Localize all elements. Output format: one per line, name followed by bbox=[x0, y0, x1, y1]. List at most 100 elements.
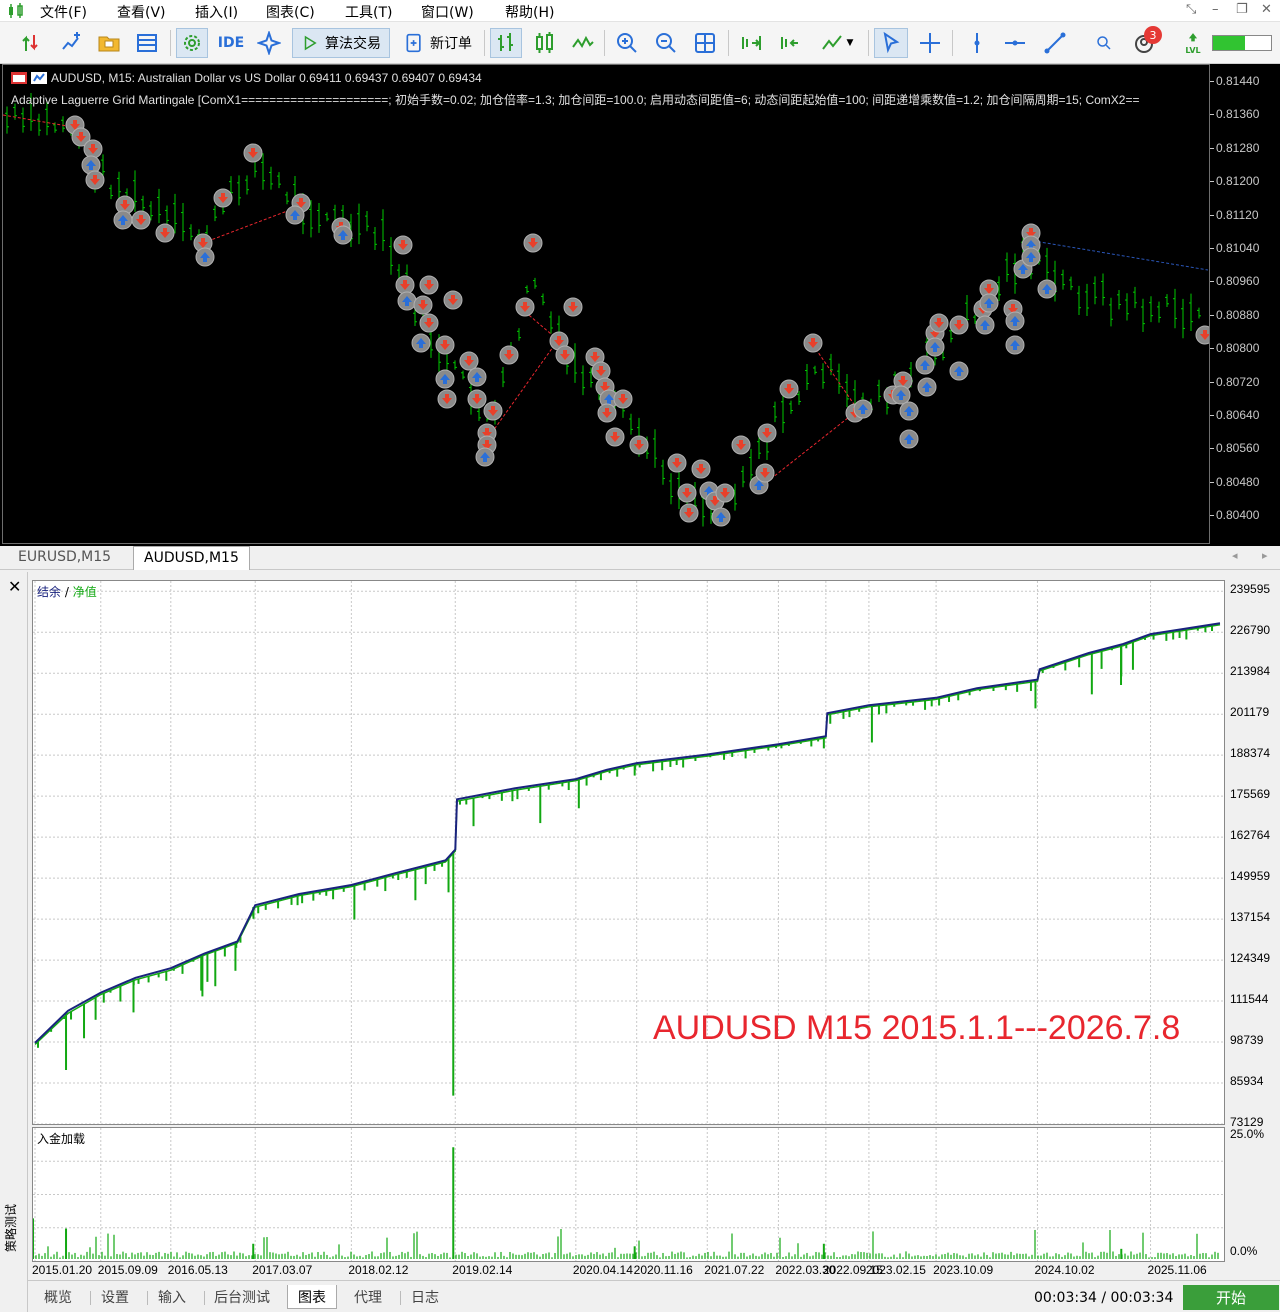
deposit-load-svg bbox=[32, 1128, 1224, 1261]
balance-equity-graph[interactable]: 结余 / 净值 AUDUSD M15 2015.1.1---2026.7.8 bbox=[32, 580, 1225, 1125]
price-bar bbox=[845, 374, 849, 408]
tab-scroll-right-icon[interactable]: ▸ bbox=[1262, 549, 1268, 562]
price-chart[interactable]: AUDUSD, M15: Australian Dollar vs US Dol… bbox=[0, 64, 1280, 546]
date-tick: 2019.02.14 bbox=[452, 1263, 513, 1277]
menu-tools[interactable]: 工具(T) bbox=[345, 2, 392, 22]
price-bar bbox=[1197, 307, 1201, 319]
buy-order-marker bbox=[397, 291, 417, 311]
ide-button[interactable]: IDE bbox=[214, 28, 248, 58]
menu-file[interactable]: 文件(F) bbox=[40, 2, 87, 22]
price-bar bbox=[1165, 294, 1169, 307]
toolbar: IDE 算法交易 新订单 ▼ 3 LVL bbox=[0, 22, 1280, 64]
menu-help[interactable]: 帮助(H) bbox=[505, 2, 554, 22]
sell-order-marker bbox=[779, 379, 799, 399]
horizontal-line-button[interactable] bbox=[1000, 28, 1030, 58]
balance-tick: 124349 bbox=[1230, 951, 1271, 966]
sell-order-marker bbox=[555, 345, 575, 365]
price-bar bbox=[1077, 285, 1081, 315]
price-bar bbox=[501, 366, 505, 388]
add-symbol-button[interactable] bbox=[56, 28, 86, 58]
horizontal-line-icon bbox=[1005, 40, 1025, 46]
balance-tick: 239595 bbox=[1230, 582, 1271, 597]
tab-inputs[interactable]: 输入 bbox=[148, 1285, 196, 1309]
zoom-out-button[interactable] bbox=[651, 28, 681, 58]
shrink-icon[interactable]: ⤡ bbox=[1186, 2, 1196, 17]
price-bar bbox=[1005, 252, 1009, 282]
cursor-button[interactable] bbox=[874, 28, 908, 58]
menu-window[interactable]: 窗口(W) bbox=[421, 2, 474, 22]
sell-order-marker bbox=[393, 235, 413, 255]
profiles-button[interactable] bbox=[94, 28, 124, 58]
load-tick: 25.0% bbox=[1230, 1127, 1265, 1141]
buy-order-marker bbox=[285, 205, 305, 225]
line-chart-button[interactable] bbox=[568, 28, 598, 58]
tile-windows-button[interactable] bbox=[690, 28, 720, 58]
restore-icon[interactable]: ❐ bbox=[1236, 2, 1248, 17]
buy-order-marker bbox=[475, 447, 495, 467]
search-button[interactable] bbox=[1090, 28, 1118, 58]
algo-trading-label: 算法交易 bbox=[325, 36, 381, 52]
minimize-icon[interactable]: – bbox=[1212, 2, 1219, 17]
bars-icon bbox=[498, 33, 513, 51]
bar-chart-button[interactable] bbox=[490, 28, 522, 58]
new-order-button[interactable]: 新订单 bbox=[398, 28, 478, 58]
menu-insert[interactable]: 插入(I) bbox=[195, 2, 238, 22]
legend-balance: 结余 bbox=[37, 585, 62, 599]
toolbar-separator bbox=[728, 30, 729, 56]
indicators-button[interactable]: ▼ bbox=[814, 28, 860, 58]
templates-button[interactable] bbox=[132, 28, 162, 58]
tab-overview[interactable]: 概览 bbox=[34, 1285, 82, 1309]
price-bar bbox=[1101, 273, 1105, 306]
crosshair-button[interactable] bbox=[915, 28, 945, 58]
price-bar bbox=[541, 293, 545, 306]
auto-scroll-button[interactable] bbox=[736, 28, 766, 58]
algo-trading-button[interactable]: 算法交易 bbox=[292, 28, 390, 58]
new-chart-button[interactable] bbox=[16, 28, 46, 58]
candles-button[interactable] bbox=[530, 28, 560, 58]
tab-backtest[interactable]: 后台测试 bbox=[204, 1285, 280, 1309]
vertical-line-icon bbox=[974, 33, 980, 53]
close-icon[interactable]: ✕ bbox=[1261, 2, 1272, 17]
menu-charts[interactable]: 图表(C) bbox=[266, 2, 315, 22]
price-bar bbox=[1149, 296, 1153, 323]
menu-view[interactable]: 查看(V) bbox=[117, 2, 166, 22]
price-bar bbox=[813, 365, 817, 375]
buy-order-marker bbox=[925, 337, 945, 357]
tab-journal[interactable]: 日志 bbox=[401, 1285, 449, 1309]
price-bar bbox=[365, 211, 369, 232]
close-tester-icon[interactable]: ✕ bbox=[8, 577, 21, 596]
scroll-end-icon bbox=[742, 36, 761, 50]
tab-audusd[interactable]: AUDUSD,M15 bbox=[133, 546, 250, 570]
zoom-in-button[interactable] bbox=[612, 28, 642, 58]
tab-scroll-left-icon[interactable]: ◂ bbox=[1232, 549, 1238, 562]
date-tick: 2020.11.16 bbox=[633, 1263, 693, 1277]
tab-agents[interactable]: 代理 bbox=[344, 1285, 392, 1309]
ai-assistant-button[interactable] bbox=[254, 28, 284, 58]
account-button[interactable]: 3 bbox=[1128, 26, 1162, 58]
trendline-icon bbox=[1044, 32, 1066, 54]
chart-shift-button[interactable] bbox=[775, 28, 805, 58]
price-tick: 0.80560 bbox=[1209, 441, 1260, 456]
buy-order-marker bbox=[195, 247, 215, 267]
price-bar bbox=[141, 195, 145, 212]
price-bar bbox=[741, 466, 745, 488]
vertical-line-button[interactable] bbox=[962, 28, 992, 58]
deposit-load-graph[interactable]: 入金加载 bbox=[32, 1127, 1225, 1262]
date-tick: 2015.01.20 bbox=[32, 1263, 93, 1277]
trendline-button[interactable] bbox=[1040, 28, 1070, 58]
price-bar bbox=[837, 363, 841, 394]
crosshair-icon bbox=[920, 33, 940, 53]
plus-chart-icon bbox=[62, 32, 80, 50]
chart-plot-area[interactable]: AUDUSD, M15: Australian Dollar vs US Dol… bbox=[2, 64, 1215, 544]
sell-order-marker bbox=[83, 139, 103, 159]
price-bar bbox=[517, 328, 521, 341]
price-bar bbox=[733, 483, 737, 511]
start-button[interactable]: 开始 bbox=[1183, 1285, 1279, 1310]
sell-order-marker bbox=[419, 275, 439, 295]
buy-order-marker bbox=[711, 507, 731, 527]
tab-settings[interactable]: 设置 bbox=[91, 1285, 139, 1309]
tab-graph[interactable]: 图表 bbox=[287, 1285, 337, 1309]
level-button[interactable]: LVL bbox=[1180, 28, 1206, 58]
market-watch-button[interactable] bbox=[176, 28, 208, 58]
tab-eurusd[interactable]: EURUSD,M15 bbox=[8, 546, 121, 570]
